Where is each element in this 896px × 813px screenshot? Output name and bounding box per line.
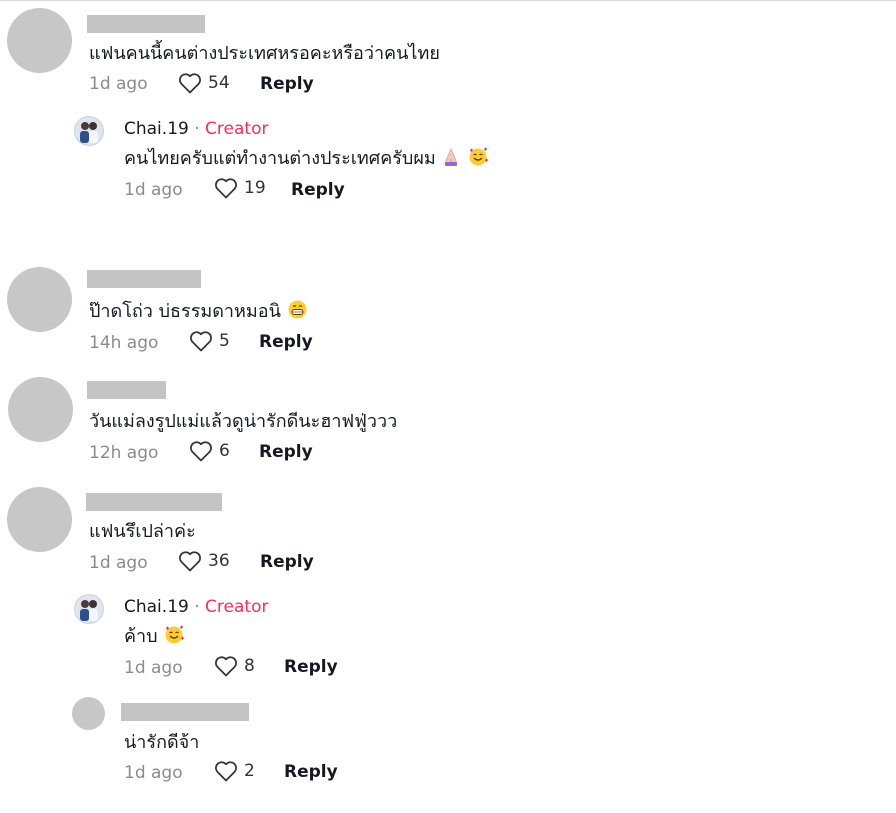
reply-button[interactable]: Reply (284, 657, 338, 677)
grinning-face-emoji (287, 299, 308, 325)
comment-time: 1d ago (89, 74, 148, 94)
redacted-username (86, 493, 222, 511)
avatar[interactable] (7, 267, 72, 332)
author-name[interactable]: Chai.19 (124, 597, 189, 617)
heart-outline-icon (214, 760, 238, 782)
comment-time: 1d ago (124, 658, 183, 678)
comment-text: ป๊าดโถ่ว บ่ธรรมดาหมอนิ (89, 301, 281, 322)
heart-outline-icon (178, 72, 202, 94)
avatar[interactable] (7, 487, 72, 552)
top-divider (0, 0, 896, 1)
redacted-username (121, 703, 249, 721)
reply-button[interactable]: Reply (259, 332, 313, 352)
like-button[interactable]: 8 (214, 655, 255, 677)
comment-author[interactable]: Chai.19 · Creator (124, 119, 268, 139)
comment-time: 1d ago (89, 553, 148, 573)
like-button[interactable]: 5 (189, 330, 230, 352)
comment-text: ค้าบ (124, 626, 158, 647)
comment-text-line: คนไทยครับแต่ทำงานต่างประเทศครับผม (124, 143, 489, 172)
comment-text: แฟนรึเปล่าค่ะ (89, 521, 196, 542)
reply-button[interactable]: Reply (291, 180, 345, 200)
author-separator: · (194, 119, 200, 139)
like-count: 5 (219, 331, 230, 351)
comment-time: 1d ago (124, 180, 183, 200)
avatar[interactable] (8, 377, 73, 442)
comment-author[interactable]: Chai.19 · Creator (124, 597, 268, 617)
like-button[interactable]: 6 (189, 440, 230, 462)
like-count: 19 (244, 178, 266, 198)
author-name[interactable]: Chai.19 (124, 119, 189, 139)
comment-text-line: ป๊าดโถ่ว บ่ธรรมดาหมอนิ (89, 296, 308, 325)
redacted-username (87, 270, 201, 288)
comment-time: 12h ago (89, 443, 159, 463)
reply-button[interactable]: Reply (260, 74, 314, 94)
comment-text-line: ค้าบ (124, 621, 185, 650)
smiling-face-with-hearts-emoji (163, 623, 185, 650)
comment-time: 14h ago (89, 333, 159, 353)
heart-outline-icon (178, 550, 202, 572)
creator-avatar[interactable] (74, 594, 104, 624)
like-count: 6 (219, 441, 230, 461)
like-button[interactable]: 36 (178, 550, 230, 572)
avatar[interactable] (7, 8, 72, 73)
creator-badge: Creator (205, 119, 269, 139)
like-count: 2 (244, 761, 255, 781)
reply-button[interactable]: Reply (284, 762, 338, 782)
like-button[interactable]: 19 (214, 177, 266, 199)
like-button[interactable]: 2 (214, 760, 255, 782)
heart-outline-icon (189, 440, 213, 462)
redacted-username (87, 381, 166, 399)
comment-text: แฟนคนนี้คนต่างประเทศหรอคะหรือว่าคนไทย (89, 43, 440, 64)
comment-text: น่ารักดีจ้า (124, 732, 200, 753)
creator-avatar[interactable] (74, 116, 104, 146)
heart-outline-icon (214, 177, 238, 199)
avatar[interactable] (72, 697, 105, 730)
redacted-username (87, 15, 205, 33)
comment-time: 1d ago (124, 763, 183, 783)
like-button[interactable]: 54 (178, 72, 230, 94)
reply-button[interactable]: Reply (260, 552, 314, 572)
heart-outline-icon (189, 330, 213, 352)
praying-hands-emoji (441, 147, 461, 172)
reply-button[interactable]: Reply (259, 442, 313, 462)
like-count: 36 (208, 551, 230, 571)
like-count: 8 (244, 656, 255, 676)
author-separator: · (194, 597, 200, 617)
like-count: 54 (208, 73, 230, 93)
creator-badge: Creator (205, 597, 269, 617)
comment-text: วันแม่ลงรูปแม่แล้วดูน่ารักดีนะฮาฟฟู่ววว (89, 411, 398, 432)
heart-outline-icon (214, 655, 238, 677)
smiling-face-with-hearts-emoji (467, 145, 489, 172)
comment-text: คนไทยครับแต่ทำงานต่างประเทศครับผม (124, 148, 436, 169)
